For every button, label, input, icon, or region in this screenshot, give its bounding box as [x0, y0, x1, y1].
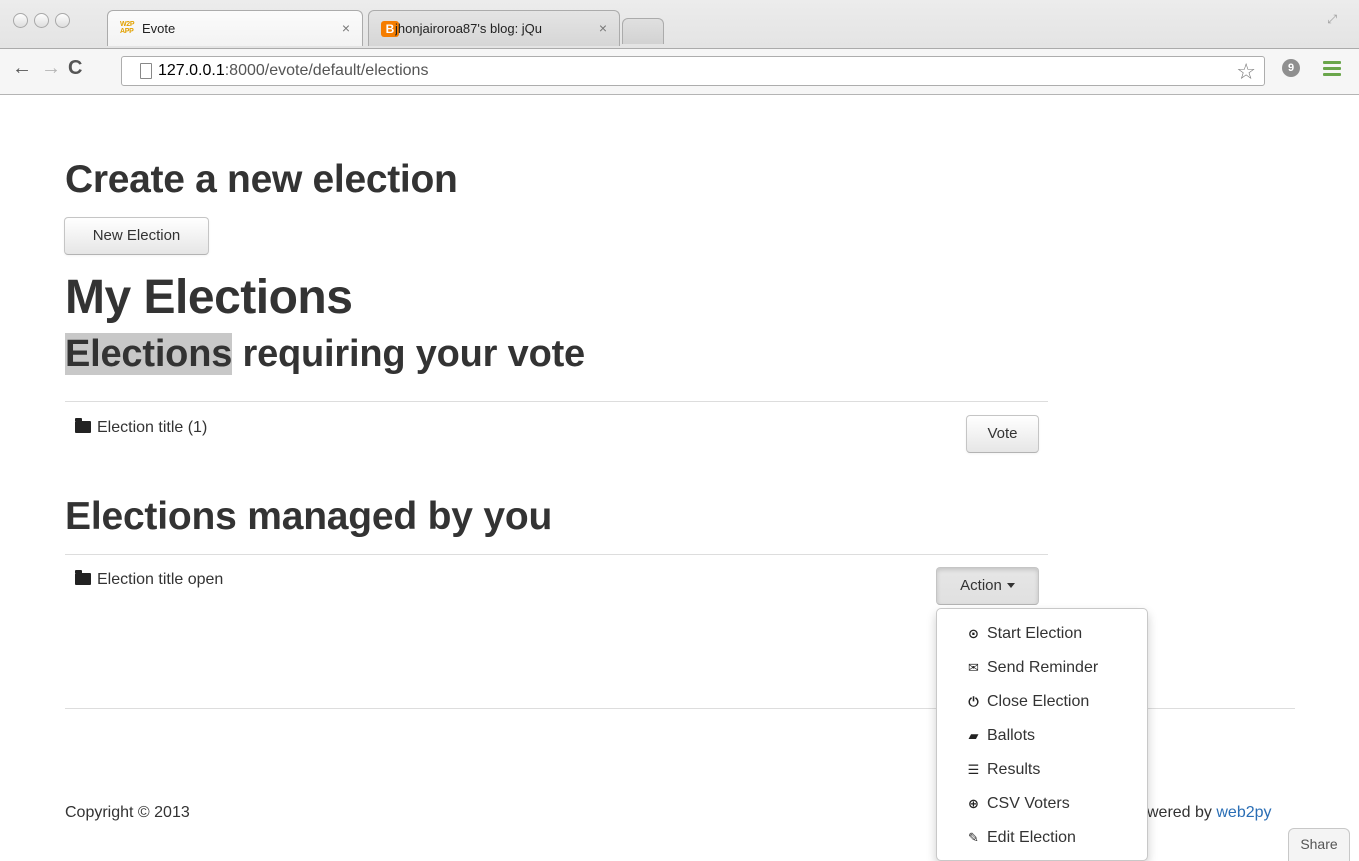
tab-title: jhonjairoroa87's blog: jQu	[395, 21, 543, 36]
election-title: Election title open	[97, 571, 224, 588]
minimize-window-button[interactable]	[34, 13, 49, 28]
tab-evote[interactable]: W2P APP Evote ×	[107, 10, 363, 46]
divider	[65, 554, 1048, 555]
power-icon: ⏻	[968, 694, 979, 709]
forward-arrow-icon[interactable]: →	[41, 57, 61, 80]
requiring-vote-heading: Elections requiring your vote	[65, 333, 585, 376]
copyright-text: Copyright © 2013	[65, 804, 190, 821]
extension-icon[interactable]: 9	[1282, 59, 1300, 77]
browser-chrome: W2P APP Evote × B jhonjairoroa87's blog:…	[0, 0, 1359, 95]
menu-item-label: Start Election	[987, 625, 1083, 642]
divider	[65, 401, 1048, 402]
election-row: Election title open	[75, 570, 224, 589]
menu-item-send-reminder[interactable]: ✉ Send Reminder	[937, 651, 1147, 685]
folder-icon	[75, 570, 91, 585]
action-label: Action	[960, 577, 1002, 594]
managed-elections-heading: Elections managed by you	[65, 495, 553, 538]
list-icon: ☰	[967, 762, 980, 777]
powered-prefix: wered by	[1147, 804, 1217, 821]
heading-rest: requiring your vote	[232, 333, 585, 375]
menu-item-label: Close Election	[987, 693, 1090, 710]
tab-close-icon[interactable]: ×	[342, 20, 350, 36]
menu-item-label: Send Reminder	[987, 659, 1099, 676]
selected-text: Elections	[65, 333, 233, 375]
folder-open-icon: ▰	[968, 728, 979, 743]
create-election-heading: Create a new election	[65, 158, 458, 201]
tab-title: Evote	[142, 21, 176, 36]
menu-item-label: Edit Election	[987, 829, 1076, 846]
caret-down-icon	[1006, 583, 1015, 588]
page-content: Create a new election New Election My El…	[0, 95, 1359, 861]
fullscreen-icon[interactable]: ⤢	[1327, 12, 1337, 27]
address-bar[interactable]: 127.0.0.1:8000/evote/default/elections ☆	[121, 56, 1265, 86]
tab-strip: W2P APP Evote × B jhonjairoroa87's blog:…	[0, 0, 1359, 48]
my-elections-heading: My Elections	[65, 271, 353, 324]
reload-icon[interactable]: C	[68, 57, 82, 80]
menu-item-results[interactable]: ☰ Results	[937, 753, 1147, 787]
new-election-button[interactable]: New Election	[64, 217, 209, 255]
chrome-menu-icon[interactable]	[1323, 61, 1341, 79]
powered-by-text: wered by web2py	[1147, 804, 1272, 822]
new-tab-button[interactable]	[622, 18, 664, 44]
page-icon	[140, 63, 152, 79]
tab-blog[interactable]: B jhonjairoroa87's blog: jQu ×	[368, 10, 620, 46]
envelope-icon: ✉	[968, 660, 979, 675]
download-icon: ⊕	[968, 796, 979, 811]
back-arrow-icon[interactable]: ←	[12, 57, 32, 80]
zoom-window-button[interactable]	[55, 13, 70, 28]
web2py-favicon-icon: W2P APP	[120, 21, 135, 35]
menu-item-ballots[interactable]: ▰ Ballots	[937, 719, 1147, 753]
election-row: Election title (1)	[75, 418, 208, 437]
tab-close-icon[interactable]: ×	[599, 20, 607, 36]
bookmark-star-icon[interactable]: ☆	[1236, 59, 1256, 85]
menu-item-start-election[interactable]: ⊙ Start Election	[937, 617, 1147, 651]
url-path: :8000/evote/default/elections	[224, 62, 429, 79]
close-window-button[interactable]	[13, 13, 28, 28]
menu-item-edit-election[interactable]: ✎ Edit Election	[937, 821, 1147, 855]
url-text[interactable]: 127.0.0.1:8000/evote/default/elections	[158, 62, 428, 80]
menu-item-close-election[interactable]: ⏻ Close Election	[937, 685, 1147, 719]
start-icon: ⊙	[968, 626, 979, 641]
url-host: 127.0.0.1	[158, 62, 225, 79]
action-dropdown-menu: ⊙ Start Election ✉ Send Reminder ⏻ Close El…	[936, 608, 1148, 861]
menu-item-label: CSV Voters	[987, 795, 1070, 812]
folder-icon	[75, 418, 91, 433]
menu-item-csv-voters[interactable]: ⊕ CSV Voters	[937, 787, 1147, 821]
browser-toolbar: ← → C 127.0.0.1:8000/evote/default/elect…	[0, 48, 1359, 94]
web2py-link[interactable]: web2py	[1216, 804, 1271, 821]
menu-item-label: Ballots	[987, 727, 1036, 744]
share-button[interactable]: Share	[1288, 828, 1350, 861]
election-title: Election title (1)	[97, 419, 208, 436]
vote-button[interactable]: Vote	[966, 415, 1039, 453]
edit-icon: ✎	[968, 830, 979, 845]
action-dropdown-button[interactable]: Action	[936, 567, 1039, 605]
menu-item-label: Results	[987, 761, 1041, 778]
